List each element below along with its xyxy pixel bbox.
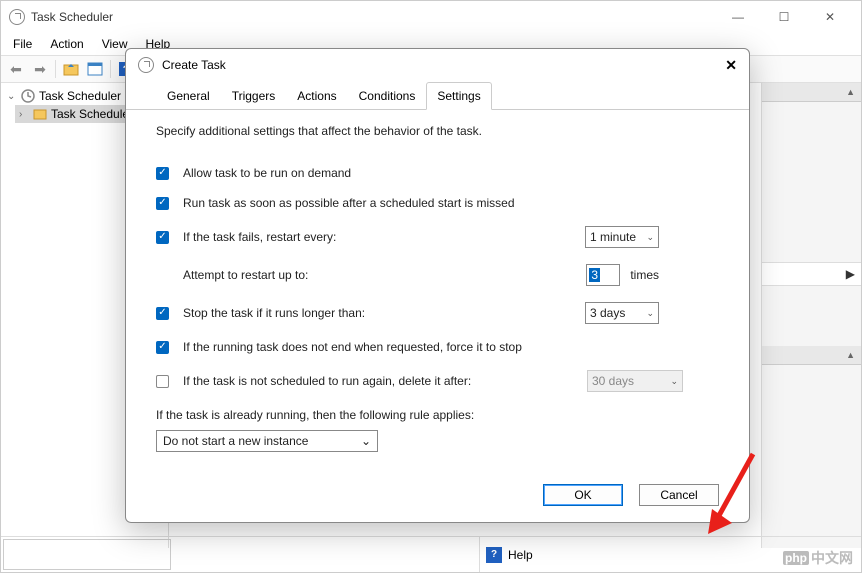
if-fails-label: If the task fails, restart every:	[183, 230, 336, 244]
chevron-down-icon: ⌄	[670, 376, 678, 387]
minimize-button[interactable]: —	[715, 3, 761, 31]
settings-content: Specify additional settings that affect …	[126, 110, 749, 474]
panel-arrow-row[interactable]: ▶	[762, 262, 861, 286]
chevron-down-icon: ⌄	[7, 91, 17, 102]
create-task-dialog: Create Task ✕ General Triggers Actions C…	[125, 48, 750, 523]
attempt-count-field[interactable]: 3	[586, 264, 620, 286]
forward-icon[interactable]: ➡	[29, 58, 51, 80]
show-hide-icon[interactable]	[84, 58, 106, 80]
panel-header-2[interactable]: ▲	[762, 346, 861, 365]
dialog-title-bar: Create Task ✕	[126, 49, 749, 81]
chevron-down-icon: ⌄	[646, 308, 654, 319]
if-fails-checkbox[interactable]	[156, 231, 169, 244]
folder-up-icon[interactable]	[60, 58, 82, 80]
force-stop-checkbox[interactable]	[156, 341, 169, 354]
help-label[interactable]: Help	[508, 548, 533, 562]
menu-action[interactable]: Action	[42, 35, 91, 53]
window-title: Task Scheduler	[31, 10, 113, 24]
dialog-title: Create Task	[162, 58, 226, 72]
clock-icon	[21, 89, 35, 103]
panel-header-1[interactable]: ▲	[762, 83, 861, 102]
title-bar: Task Scheduler — ☐ ✕	[1, 1, 861, 33]
chevron-right-icon: ›	[19, 109, 29, 120]
tree-root-label: Task Scheduler (L	[39, 89, 135, 103]
times-label: times	[630, 268, 659, 282]
delete-after-checkbox[interactable]	[156, 375, 169, 388]
tab-settings[interactable]: Settings	[426, 82, 491, 110]
dialog-close-icon[interactable]: ✕	[725, 57, 737, 74]
help-status-icon: ?	[486, 547, 502, 563]
stop-duration-combo[interactable]: 3 days⌄	[585, 302, 659, 324]
allow-demand-checkbox[interactable]	[156, 167, 169, 180]
actions-panel: ▲ ▶ ▲	[761, 83, 861, 548]
back-icon[interactable]: ⬅	[5, 58, 27, 80]
tab-general[interactable]: General	[156, 82, 221, 110]
settings-description: Specify additional settings that affect …	[156, 124, 719, 138]
close-button[interactable]: ✕	[807, 3, 853, 31]
tab-actions[interactable]: Actions	[286, 82, 347, 110]
stop-longer-label: Stop the task if it runs longer than:	[183, 306, 365, 320]
tab-strip: General Triggers Actions Conditions Sett…	[126, 81, 749, 110]
tree-child-label: Task Schedule	[51, 107, 129, 121]
tab-conditions[interactable]: Conditions	[348, 82, 427, 110]
ok-button[interactable]: OK	[543, 484, 623, 506]
status-bar: ? Help	[1, 536, 861, 572]
app-clock-icon	[9, 9, 25, 25]
menu-file[interactable]: File	[5, 35, 40, 53]
delete-duration-combo: 30 days⌄	[587, 370, 683, 392]
chevron-down-icon: ⌄	[361, 434, 371, 448]
dialog-clock-icon	[138, 57, 154, 73]
running-rule-combo[interactable]: Do not start a new instance⌄	[156, 430, 378, 452]
run-asap-checkbox[interactable]	[156, 197, 169, 210]
watermark: php中文网	[783, 548, 853, 568]
allow-demand-label: Allow task to be run on demand	[183, 166, 351, 180]
tab-triggers[interactable]: Triggers	[221, 82, 287, 110]
delete-after-label: If the task is not scheduled to run agai…	[183, 374, 471, 388]
force-stop-label: If the running task does not end when re…	[183, 340, 522, 354]
stop-longer-checkbox[interactable]	[156, 307, 169, 320]
running-rule-label: If the task is already running, then the…	[156, 408, 719, 422]
folder-icon	[33, 107, 47, 121]
chevron-down-icon: ⌄	[646, 232, 654, 243]
cancel-button[interactable]: Cancel	[639, 484, 719, 506]
restart-interval-combo[interactable]: 1 minute⌄	[585, 226, 659, 248]
attempt-label: Attempt to restart up to:	[183, 268, 308, 282]
maximize-button[interactable]: ☐	[761, 3, 807, 31]
run-asap-label: Run task as soon as possible after a sch…	[183, 196, 515, 210]
